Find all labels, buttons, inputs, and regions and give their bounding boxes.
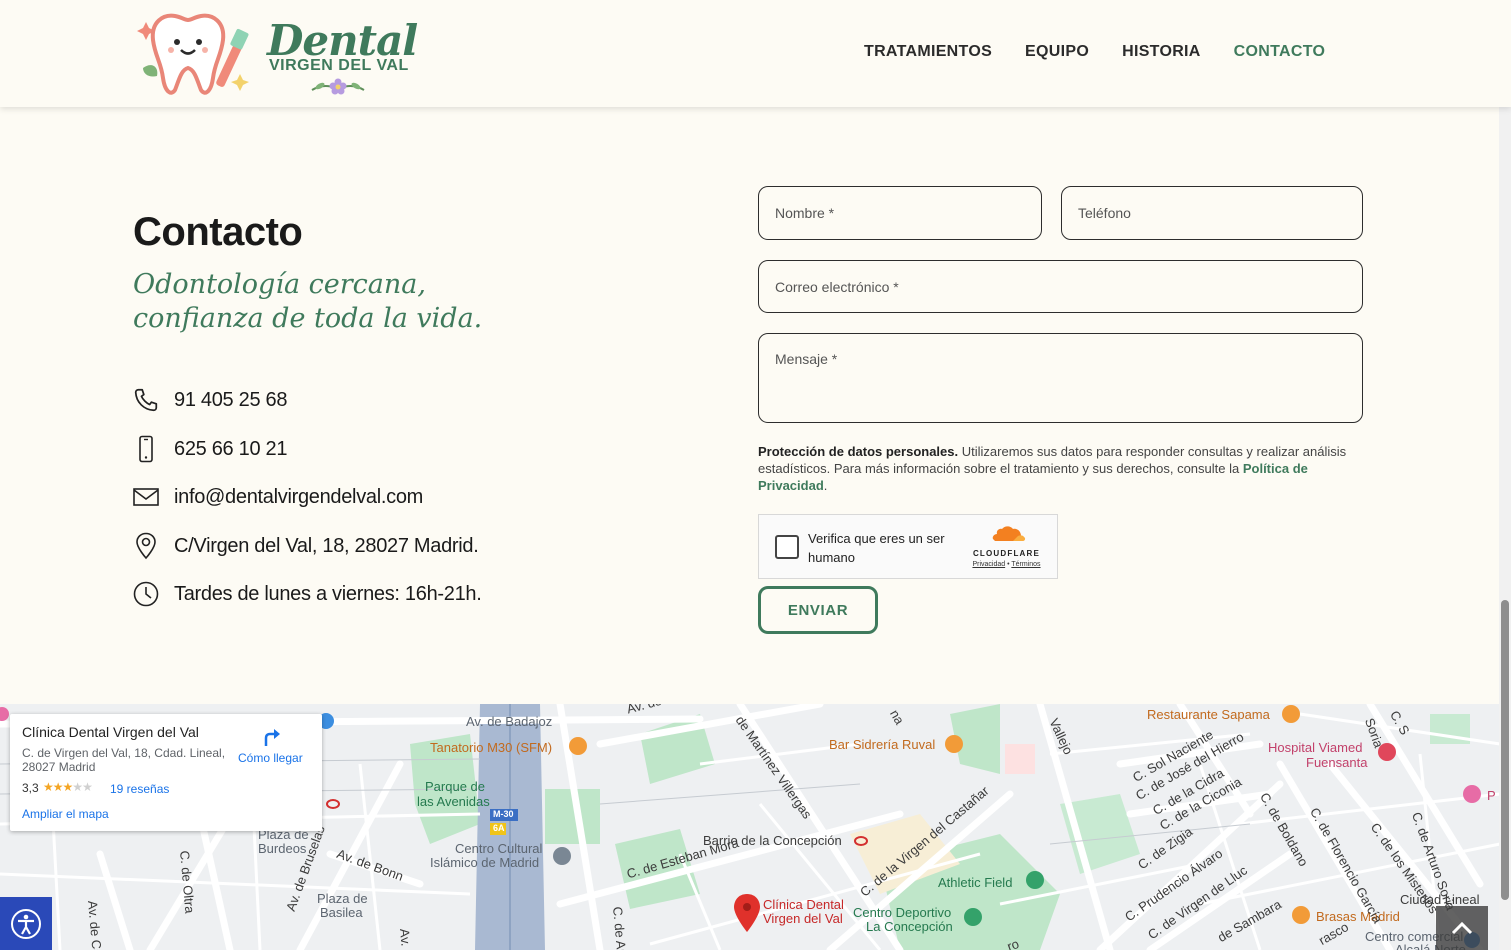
- map-label: Av. de Badajoz: [466, 714, 553, 729]
- place-rating: 3,3: [22, 781, 39, 795]
- map-place-card: Clínica Dental Virgen del Val C. de Virg…: [10, 714, 322, 831]
- map-label: Centro Deportivo: [853, 905, 952, 920]
- nav-historia[interactable]: HISTORIA: [1122, 43, 1201, 61]
- enlarge-map-link[interactable]: Ampliar el mapa: [22, 807, 109, 821]
- captcha-terms-link[interactable]: Términos: [1011, 561, 1040, 568]
- map-label: M-30: [493, 809, 514, 819]
- submit-button[interactable]: ENVIAR: [758, 586, 878, 634]
- map-label: Parque de: [425, 779, 485, 794]
- message-field-wrapper: [758, 333, 1363, 423]
- map-label: Hospital Viamed: [1268, 740, 1363, 755]
- map-label: Plaza de: [317, 891, 368, 906]
- map-label: las Avenidas: [417, 794, 490, 809]
- privacy-end: .: [823, 478, 828, 493]
- flower-decoration-icon: [311, 78, 365, 95]
- map-label: 6A: [493, 823, 505, 833]
- privacy-notice: Protección de datos personales. Utilizar…: [758, 443, 1363, 494]
- star-icon: ★: [43, 780, 54, 794]
- cloudflare-cloud-icon: [992, 526, 1025, 541]
- tagline: Odontología cercana, confianza de toda l…: [133, 268, 513, 336]
- phone-number: 91 405 25 68: [174, 388, 288, 411]
- nav-tratamientos[interactable]: TRATAMIENTOS: [864, 43, 992, 61]
- reviews-link[interactable]: 19 reseñas: [110, 782, 169, 796]
- place-name: Clínica Dental Virgen del Val: [22, 724, 199, 740]
- accessibility-icon: [11, 908, 41, 939]
- logo[interactable]: Dental VIRGEN DEL VAL: [133, 10, 418, 98]
- address: C/Virgen del Val, 18, 28027 Madrid.: [174, 534, 479, 557]
- rating-stars-icon: ★★★★★: [43, 780, 93, 794]
- chevron-up-icon: [1451, 921, 1473, 935]
- name-field-wrapper: [758, 186, 1042, 240]
- name-field[interactable]: [759, 187, 1041, 239]
- location-pin-icon: [133, 532, 159, 560]
- star-icon: ★: [62, 780, 74, 794]
- mobile-icon: [133, 435, 159, 463]
- map-label: La Concepción: [866, 919, 953, 934]
- brand-subtitle: VIRGEN DEL VAL: [269, 57, 409, 74]
- tagline-line-1: Odontología cercana,: [133, 269, 426, 300]
- nav-contacto[interactable]: CONTACTO: [1234, 43, 1326, 61]
- map-label: Brasas Madrid: [1316, 909, 1400, 924]
- opening-hours: Tardes de lunes a viernes: 16h-21h.: [174, 582, 482, 605]
- captcha-label: Verifica que eres un ser humano: [808, 531, 945, 565]
- privacy-heading: Protección de datos personales.: [758, 444, 959, 459]
- map-label: Virgen del Val: [763, 911, 843, 926]
- star-icon: ★: [82, 780, 93, 794]
- phone-field-wrapper: [1061, 186, 1363, 240]
- phone-field[interactable]: [1062, 187, 1362, 239]
- map-label: P: [1487, 788, 1496, 803]
- contact-address-row[interactable]: C/Virgen del Val, 18, 28027 Madrid.: [133, 530, 479, 562]
- captcha-widget: Verifica que eres un ser humano CLOUDFLA…: [758, 514, 1058, 579]
- star-icon: ★: [72, 780, 83, 794]
- message-field[interactable]: [759, 334, 1362, 422]
- map-label: Islámico de Madrid: [430, 855, 540, 870]
- map-label: Fuensanta: [1306, 755, 1368, 770]
- captcha-privacy-link[interactable]: Privacidad: [972, 561, 1005, 568]
- site-header: Dental VIRGEN DEL VAL TRATAMIENTOS EQUIP…: [0, 0, 1511, 107]
- contact-hours-row: Tardes de lunes a viernes: 16h-21h.: [133, 578, 482, 610]
- mail-icon: [133, 483, 159, 511]
- cloudflare-badge: CLOUDFLARE Privacidad • Términos: [964, 525, 1049, 573]
- map-label: Basilea: [320, 905, 363, 920]
- contact-title: Contacto: [133, 210, 303, 254]
- place-address: C. de Virgen del Val, 18, Cdad. Lineal, …: [22, 746, 226, 774]
- accessibility-button[interactable]: [0, 897, 52, 950]
- map-label: Restaurante Sapama: [1147, 707, 1270, 722]
- tooth-logo-icon: [137, 13, 249, 95]
- map-label: Av.: [397, 928, 414, 947]
- clock-icon: [133, 580, 159, 608]
- map-label: Bar Sidrería Ruval: [829, 737, 936, 752]
- map-label: Clínica Dental: [763, 897, 844, 912]
- directions-icon[interactable]: [260, 726, 282, 748]
- scroll-to-top-button[interactable]: [1436, 906, 1488, 950]
- map-label: Athletic Field: [938, 875, 1013, 890]
- contact-phone-row[interactable]: 91 405 25 68: [133, 384, 287, 416]
- tagline-line-2: confianza de toda la vida.: [133, 303, 483, 334]
- email-field-wrapper: [758, 260, 1363, 313]
- contact-mobile-row[interactable]: 625 66 10 21: [133, 433, 287, 465]
- star-icon: ★: [52, 780, 64, 794]
- email-address: info@dentalvirgendelval.com: [174, 485, 424, 508]
- nav-equipo[interactable]: EQUIPO: [1025, 43, 1089, 61]
- map-label: Tanatorio M30 (SFM): [430, 740, 553, 755]
- main-nav: TRATAMIENTOS EQUIPO HISTORIA CONTACTO: [864, 43, 1325, 61]
- map-label: Centro Cultural: [455, 841, 543, 856]
- scrollbar-thumb[interactable]: [1501, 600, 1509, 900]
- mobile-number: 625 66 10 21: [174, 437, 288, 460]
- captcha-checkbox[interactable]: [775, 535, 799, 559]
- directions-link[interactable]: Cómo llegar: [238, 751, 303, 765]
- phone-icon: [133, 386, 159, 414]
- contact-email-row[interactable]: info@dentalvirgendelval.com: [133, 481, 423, 513]
- cloudflare-links: Privacidad • Términos: [972, 561, 1041, 568]
- map-label: Burdeos: [258, 841, 307, 856]
- page-scrollbar[interactable]: [1499, 0, 1511, 950]
- cloudflare-wordmark: CLOUDFLARE: [972, 549, 1041, 558]
- email-field[interactable]: [759, 261, 1362, 312]
